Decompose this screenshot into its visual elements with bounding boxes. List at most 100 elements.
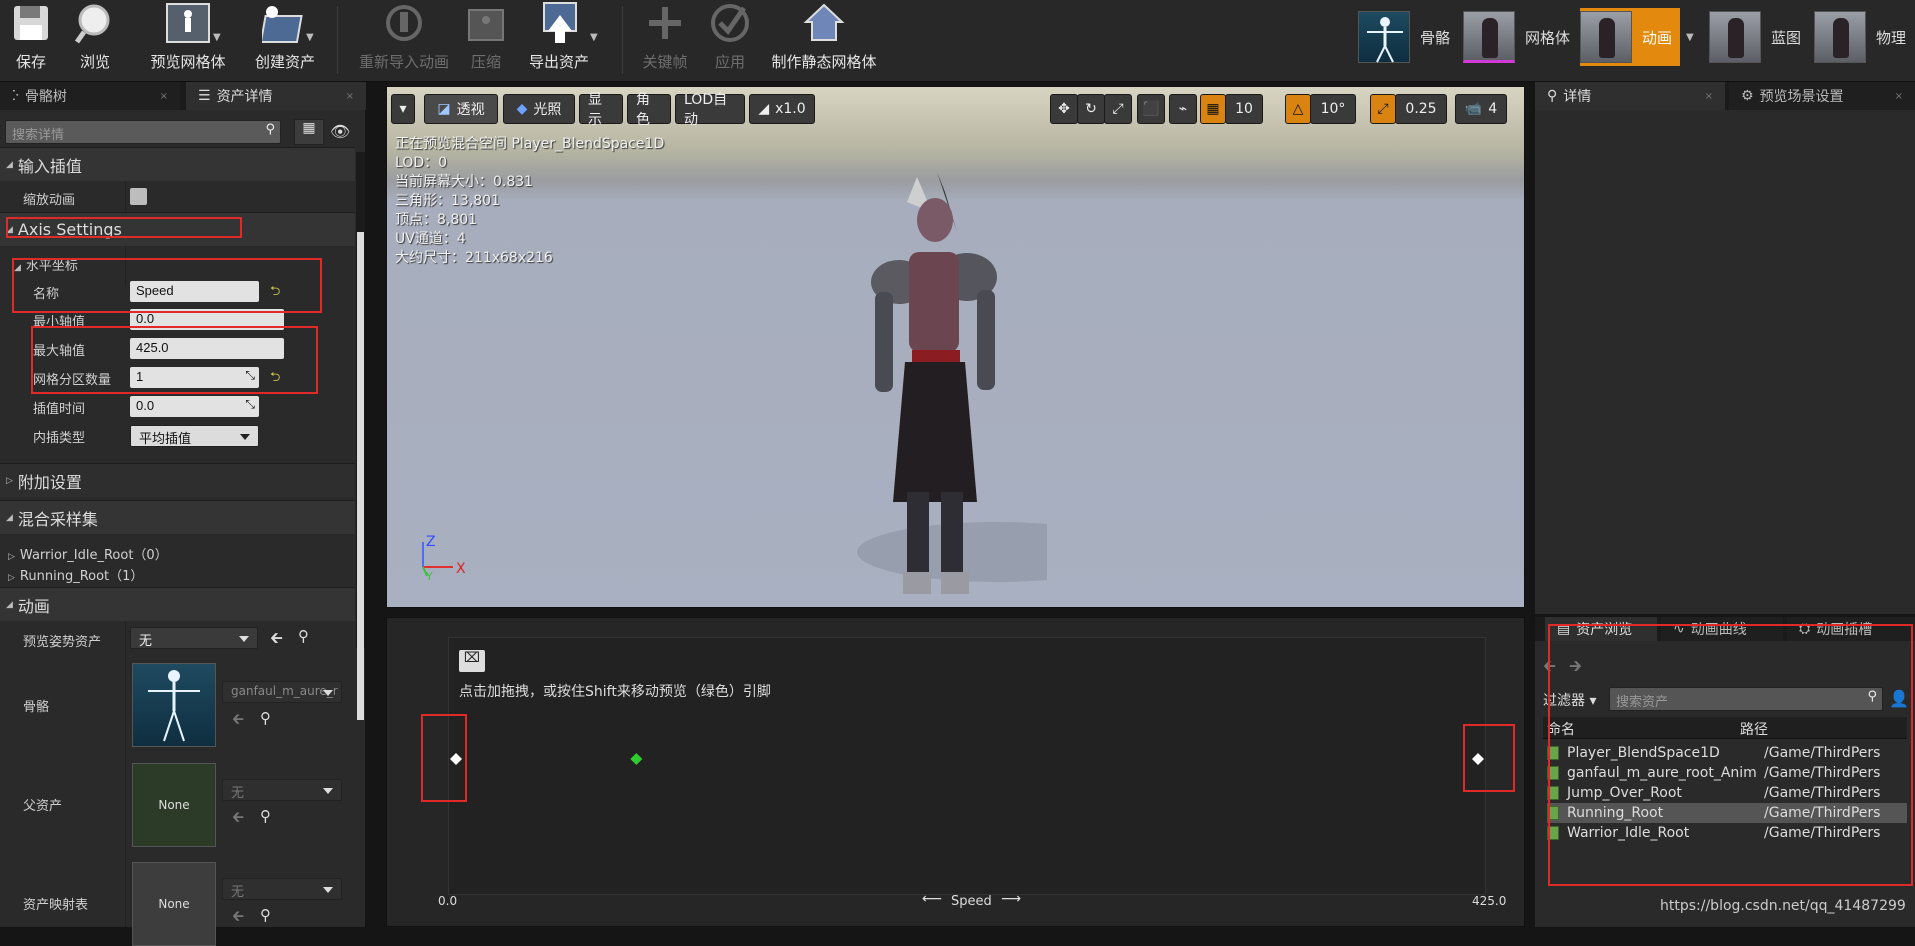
preview-pose-select[interactable]: 无 bbox=[130, 627, 258, 649]
col-name-header[interactable]: 命名 bbox=[1547, 719, 1575, 739]
drag-handle-icon[interactable]: ⤡ bbox=[245, 368, 255, 383]
camera-speed-button[interactable]: 📹 4 bbox=[1455, 94, 1507, 124]
preview-viewport[interactable]: ▾ ◪ 透视 ◆ 光照 显示 角色 LOD自动 ◢ x1.0 ✥ ↻ ⤢ ⬛ ⌁ ▦ … bbox=[386, 86, 1525, 608]
character-button[interactable]: 角色 bbox=[627, 92, 671, 128]
search-icon[interactable]: ⚲ bbox=[298, 627, 309, 645]
parent-asset-select[interactable]: 无 bbox=[222, 779, 342, 801]
asset-row[interactable]: Running_Root/Game/ThirdPers bbox=[1547, 803, 1907, 823]
close-icon[interactable]: × bbox=[1705, 91, 1713, 102]
section-input-interp[interactable]: ◢ 输入插值 bbox=[0, 147, 355, 181]
blend-sample-point[interactable] bbox=[450, 753, 462, 765]
tab-anim-curves[interactable]: ∿ 动画曲线 bbox=[1661, 617, 1783, 641]
save-button[interactable]: 保存 bbox=[8, 0, 54, 82]
search-icon[interactable]: ⚲ bbox=[260, 709, 271, 727]
eye-icon[interactable]: 👁 bbox=[330, 122, 350, 141]
grid-snap-toggle[interactable]: ▦ bbox=[1200, 94, 1226, 124]
tab-anim-slots[interactable]: ⛭ 动画插槽 bbox=[1787, 617, 1915, 641]
rotate-tool[interactable]: ↻ bbox=[1077, 94, 1105, 124]
interp-time-field[interactable]: 0.0 ⤡ bbox=[130, 396, 259, 417]
scale-snap-value[interactable]: 0.25 bbox=[1395, 94, 1447, 124]
max-axis-field[interactable]: 425.0 bbox=[130, 338, 284, 359]
reset-icon[interactable]: ⮌ bbox=[270, 282, 280, 304]
rotation-snap-value[interactable]: 10° bbox=[1310, 94, 1356, 124]
filter-button[interactable]: 过滤器 ▾ bbox=[1543, 690, 1596, 710]
character-model[interactable] bbox=[847, 172, 1047, 608]
rotation-snap-toggle[interactable]: △ bbox=[1285, 94, 1311, 124]
parent-asset-thumbnail[interactable]: None bbox=[132, 763, 216, 847]
axis-name-field[interactable]: Speed bbox=[130, 281, 259, 302]
asset-row[interactable]: ganfaul_m_aure_root_Anim/Game/ThirdPers bbox=[1547, 763, 1907, 783]
col-path-header[interactable]: 路径 bbox=[1740, 719, 1768, 739]
lit-button[interactable]: ◆ 光照 bbox=[503, 94, 575, 124]
playback-speed-button[interactable]: ◢ x1.0 bbox=[749, 94, 815, 124]
section-animation[interactable]: ◢ 动画 bbox=[0, 587, 355, 621]
asset-mapping-select[interactable]: 无 bbox=[222, 878, 342, 900]
show-button[interactable]: 显示 bbox=[579, 92, 623, 128]
mode-mesh-button[interactable]: 网格体 bbox=[1463, 8, 1578, 66]
close-icon[interactable]: × bbox=[346, 91, 354, 102]
close-icon[interactable]: × bbox=[160, 91, 168, 102]
preview-pin[interactable] bbox=[630, 753, 643, 765]
sample-row[interactable]: ▷ Warrior_Idle_Root（0） bbox=[8, 544, 168, 563]
browse-button[interactable]: 浏览 bbox=[72, 0, 118, 82]
arrow-left-icon[interactable]: 🡰 bbox=[232, 709, 244, 734]
user-icon[interactable]: 👤 bbox=[1889, 689, 1909, 708]
world-local-toggle[interactable]: ⬛ bbox=[1137, 94, 1165, 124]
create-asset-dropdown-icon[interactable]: ▼ bbox=[306, 32, 314, 43]
tab-skeleton-tree[interactable]: ⴾ 骨骼树 × bbox=[0, 82, 180, 110]
asset-row[interactable]: Warrior_Idle_Root/Game/ThirdPers bbox=[1547, 823, 1907, 843]
mode-physics-button[interactable]: 物理 bbox=[1814, 8, 1914, 66]
details-search-input[interactable]: 搜索详情 ⚲ bbox=[5, 120, 281, 144]
mode-animation-button[interactable]: 动画 bbox=[1580, 8, 1681, 66]
mode-skeleton-button[interactable]: 骨骼 bbox=[1358, 8, 1458, 66]
tab-asset-browser[interactable]: ▤ 资产浏览 bbox=[1545, 617, 1657, 641]
arrow-left-icon[interactable]: 🡰 bbox=[232, 807, 244, 832]
asset-search-input[interactable]: 搜索资产 ⚲ bbox=[1609, 687, 1883, 711]
export-asset-button[interactable]: 导出资产 bbox=[526, 0, 592, 82]
tab-asset-details[interactable]: ☰ 资产详情 × bbox=[186, 82, 366, 110]
grid-divisions-field[interactable]: 1 ⤡ bbox=[130, 367, 259, 388]
interp-type-select[interactable]: 平均插值 bbox=[130, 425, 259, 447]
blend-samples-layer[interactable] bbox=[387, 618, 1526, 928]
compress-button[interactable]: 压缩 bbox=[466, 0, 506, 82]
grid-view-icon[interactable]: ▦ bbox=[294, 119, 324, 145]
surface-snap-toggle[interactable]: ⌁ bbox=[1169, 94, 1197, 124]
tab-details[interactable]: ⚲ 详情 × bbox=[1535, 82, 1725, 110]
back-arrow-icon[interactable]: 🡰 bbox=[1543, 655, 1556, 682]
close-icon[interactable]: × bbox=[1895, 91, 1903, 102]
animation-dropdown-icon[interactable]: ▼ bbox=[1686, 32, 1694, 43]
asset-mapping-thumbnail[interactable]: None bbox=[132, 862, 216, 946]
section-additional-settings[interactable]: ▷ 附加设置 bbox=[0, 463, 355, 497]
preview-mesh-button[interactable]: 预览网格体 bbox=[133, 0, 243, 82]
make-static-mesh-button[interactable]: 制作静态网格体 bbox=[770, 0, 878, 82]
perspective-button[interactable]: ◪ 透视 bbox=[424, 94, 498, 124]
sample-row[interactable]: ▷ Running_Root（1） bbox=[8, 565, 143, 584]
arrow-left-icon[interactable]: 🡰 bbox=[270, 627, 283, 654]
search-icon[interactable]: ⚲ bbox=[260, 906, 271, 924]
reset-icon[interactable]: ⮌ bbox=[270, 368, 280, 390]
blend-space-editor[interactable]: ⌧ 点击加拖拽，或按住Shift来移动预览（绿色）引脚 0.0 425.0 ⟵ … bbox=[386, 617, 1525, 927]
horizontal-axis-label[interactable]: ◢ 水平坐标 bbox=[14, 255, 78, 274]
scale-snap-toggle[interactable]: ⤢ bbox=[1370, 94, 1396, 124]
drag-handle-icon[interactable]: ⤡ bbox=[245, 397, 255, 412]
reimport-button[interactable]: 重新导入动画 bbox=[352, 0, 456, 82]
translate-tool[interactable]: ✥ bbox=[1050, 94, 1078, 124]
export-dropdown-icon[interactable]: ▼ bbox=[590, 32, 598, 43]
grid-snap-value[interactable]: 10 bbox=[1225, 94, 1263, 124]
scale-anim-checkbox[interactable] bbox=[130, 188, 147, 205]
asset-row[interactable]: Player_BlendSpace1D/Game/ThirdPers bbox=[1547, 743, 1907, 763]
arrow-left-icon[interactable]: 🡰 bbox=[232, 906, 244, 931]
search-icon[interactable]: ⚲ bbox=[260, 807, 271, 825]
scale-tool[interactable]: ⤢ bbox=[1104, 94, 1132, 124]
skeleton-thumbnail[interactable] bbox=[132, 663, 216, 747]
preview-mesh-dropdown-icon[interactable]: ▼ bbox=[213, 32, 221, 43]
section-axis-settings[interactable]: ◢ Axis Settings bbox=[0, 212, 355, 246]
section-blend-samples[interactable]: ◢ 混合采样集 bbox=[0, 500, 355, 534]
mode-blueprint-button[interactable]: 蓝图 bbox=[1709, 8, 1809, 66]
keyframe-button[interactable]: 关键帧 bbox=[640, 0, 690, 82]
min-axis-field[interactable]: 0.0 bbox=[130, 309, 284, 330]
asset-row[interactable]: Jump_Over_Root/Game/ThirdPers bbox=[1547, 783, 1907, 803]
blend-sample-point[interactable] bbox=[1472, 753, 1484, 765]
apply-button[interactable]: 应用 bbox=[710, 0, 750, 82]
lod-button[interactable]: LOD自动 bbox=[675, 92, 745, 128]
